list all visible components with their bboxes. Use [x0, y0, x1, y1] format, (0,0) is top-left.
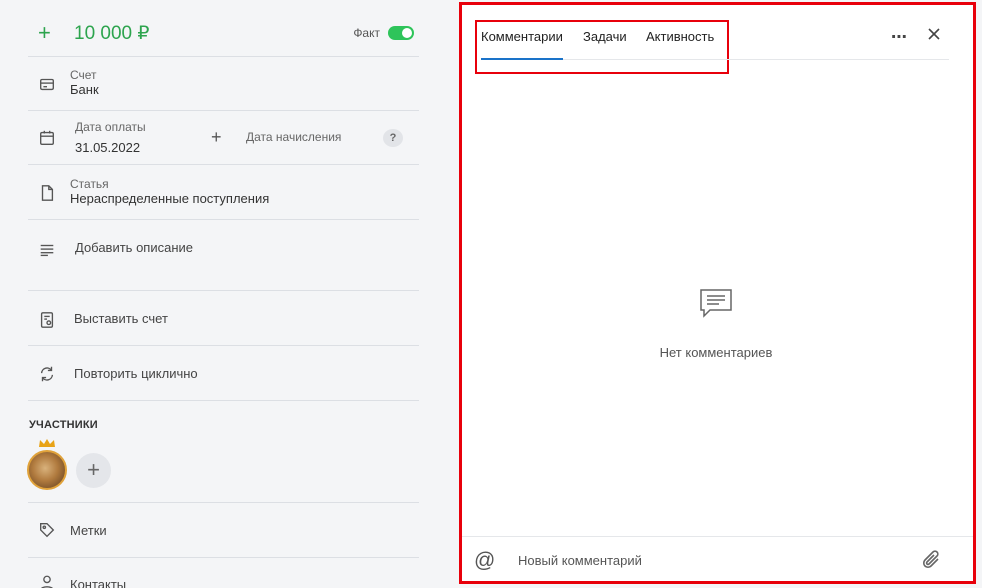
fact-toggle[interactable]: [388, 26, 414, 40]
add-participant-button[interactable]: +: [76, 453, 111, 488]
invoice-icon: [37, 310, 57, 330]
divider: [28, 56, 419, 57]
account-label: Счет: [70, 68, 97, 82]
article-value[interactable]: Нераспределенные поступления: [70, 191, 269, 206]
crown-icon: [39, 439, 55, 447]
divider: [28, 110, 419, 111]
wallet-icon: [37, 74, 57, 94]
divider: [28, 502, 419, 503]
transaction-details-panel: + 10 000 ₽ Факт Счет Банк Дата оплаты 31…: [0, 0, 451, 588]
contacts-button[interactable]: Контакты: [70, 577, 126, 588]
active-tab-indicator: [481, 58, 563, 60]
tab-activity[interactable]: Активность: [646, 29, 714, 44]
article-label: Статья: [70, 177, 109, 191]
tags-button[interactable]: Метки: [70, 523, 107, 538]
close-icon[interactable]: [925, 25, 943, 43]
add-accrual-plus-icon[interactable]: +: [211, 127, 222, 148]
divider: [28, 290, 419, 291]
more-options-icon[interactable]: ⋯: [891, 27, 908, 47]
tag-icon: [37, 520, 57, 540]
person-icon: [37, 573, 57, 588]
account-value[interactable]: Банк: [70, 82, 99, 97]
payment-date-label: Дата оплаты: [75, 120, 146, 134]
divider: [28, 219, 419, 220]
divider: [28, 345, 419, 346]
issue-invoice-button[interactable]: Выставить счет: [74, 311, 168, 326]
comment-bubble-icon: [700, 289, 732, 318]
footer-divider: [462, 536, 973, 537]
divider: [28, 557, 419, 558]
add-description-button[interactable]: Добавить описание: [75, 240, 193, 255]
tab-tasks[interactable]: Задачи: [583, 29, 627, 44]
empty-comments-text: Нет комментариев: [659, 345, 773, 360]
repeat-icon: [37, 364, 57, 384]
mention-icon[interactable]: @: [474, 549, 495, 573]
avatar[interactable]: [27, 450, 67, 490]
tab-comments[interactable]: Комментарии: [481, 29, 563, 44]
help-icon[interactable]: ?: [383, 129, 403, 147]
repeat-cyclic-button[interactable]: Повторить циклично: [74, 366, 198, 381]
calendar-icon: [37, 128, 57, 148]
fact-label: Факт: [353, 26, 380, 40]
amount-row: + 10 000 ₽ Факт: [28, 14, 418, 54]
document-icon: [37, 183, 57, 203]
accrual-date-button[interactable]: Дата начисления: [246, 130, 341, 144]
divider: [28, 400, 419, 401]
paperclip-icon[interactable]: [921, 549, 943, 571]
income-plus-icon: +: [38, 20, 51, 45]
participants-title: УЧАСТНИКИ: [29, 419, 98, 431]
payment-date-value[interactable]: 31.05.2022: [75, 140, 140, 155]
comment-input[interactable]: [510, 545, 900, 575]
amount-value[interactable]: 10 000 ₽: [74, 22, 149, 46]
description-lines-icon: [37, 240, 57, 260]
divider: [28, 164, 419, 165]
